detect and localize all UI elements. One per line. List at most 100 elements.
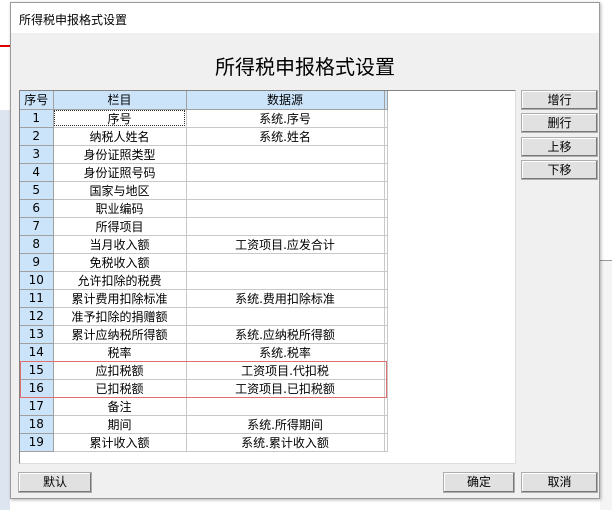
table-row[interactable]: 18 期间 系统.所得期间 — [20, 415, 388, 434]
row-source[interactable] — [186, 307, 385, 326]
row-extra[interactable] — [384, 199, 388, 218]
row-seq[interactable]: 4 — [20, 163, 54, 182]
row-seq[interactable]: 17 — [20, 397, 54, 416]
row-source[interactable] — [186, 253, 385, 272]
row-item[interactable]: 序号 — [53, 109, 187, 128]
row-seq[interactable]: 19 — [20, 433, 54, 452]
row-source[interactable] — [186, 145, 385, 164]
table-row[interactable]: 19 累计收入额 系统.累计收入额 — [20, 433, 388, 452]
row-item[interactable]: 累计费用扣除标准 — [53, 289, 187, 308]
row-extra[interactable] — [384, 127, 388, 146]
row-seq[interactable]: 3 — [20, 145, 54, 164]
table-row[interactable]: 7 所得项目 — [20, 217, 388, 236]
table-row[interactable]: 6 职业编码 — [20, 199, 388, 218]
row-source[interactable] — [186, 271, 385, 290]
column-header-extra[interactable] — [384, 91, 388, 110]
row-source[interactable]: 工资项目.代扣税 — [186, 361, 385, 380]
row-seq[interactable]: 11 — [20, 289, 54, 308]
row-extra[interactable] — [384, 379, 388, 398]
row-seq[interactable]: 10 — [20, 271, 54, 290]
column-header-source[interactable]: 数据源 — [186, 91, 385, 110]
row-item[interactable]: 职业编码 — [53, 199, 187, 218]
row-source[interactable]: 系统.应纳税所得额 — [186, 325, 385, 344]
row-item[interactable]: 期间 — [53, 415, 187, 434]
table-row[interactable]: 17 备注 — [20, 397, 388, 416]
row-extra[interactable] — [384, 325, 388, 344]
row-seq[interactable]: 7 — [20, 217, 54, 236]
table-row[interactable]: 9 免税收入额 — [20, 253, 388, 272]
row-seq[interactable]: 14 — [20, 343, 54, 362]
row-item[interactable]: 所得项目 — [53, 217, 187, 236]
row-source[interactable]: 工资项目.应发合计 — [186, 235, 385, 254]
table-row[interactable]: 10 允许扣除的税费 — [20, 271, 388, 290]
row-source[interactable] — [186, 181, 385, 200]
row-item[interactable]: 免税收入额 — [53, 253, 187, 272]
row-extra[interactable] — [384, 109, 388, 128]
row-seq[interactable]: 13 — [20, 325, 54, 344]
row-item[interactable]: 税率 — [53, 343, 187, 362]
row-item[interactable]: 累计应纳税所得额 — [53, 325, 187, 344]
row-item[interactable]: 纳税人姓名 — [53, 127, 187, 146]
row-seq[interactable]: 1 — [20, 109, 54, 128]
row-item[interactable]: 准予扣除的捐赠额 — [53, 307, 187, 326]
table-row[interactable]: 3 身份证照类型 — [20, 145, 388, 164]
row-item[interactable]: 当月收入额 — [53, 235, 187, 254]
default-button[interactable]: 默认 — [18, 472, 92, 493]
row-seq[interactable]: 6 — [20, 199, 54, 218]
table-row[interactable]: 16 已扣税额 工资项目.已扣税额 — [20, 379, 388, 398]
row-item[interactable]: 国家与地区 — [53, 181, 187, 200]
table-row[interactable]: 8 当月收入额 工资项目.应发合计 — [20, 235, 388, 254]
row-source[interactable]: 系统.费用扣除标准 — [186, 289, 385, 308]
row-seq[interactable]: 15 — [20, 361, 54, 380]
row-seq[interactable]: 5 — [20, 181, 54, 200]
table-row[interactable]: 15 应扣税额 工资项目.代扣税 — [20, 361, 388, 380]
add-row-button[interactable]: 增行 — [521, 90, 598, 110]
row-seq[interactable]: 2 — [20, 127, 54, 146]
column-header-item[interactable]: 栏目 — [53, 91, 187, 110]
row-item[interactable]: 应扣税额 — [53, 361, 187, 380]
row-extra[interactable] — [384, 217, 388, 236]
row-source[interactable] — [186, 217, 385, 236]
table-row[interactable]: 13 累计应纳税所得额 系统.应纳税所得额 — [20, 325, 388, 344]
table-row[interactable]: 2 纳税人姓名 系统.姓名 — [20, 127, 388, 146]
row-extra[interactable] — [384, 181, 388, 200]
row-extra[interactable] — [384, 271, 388, 290]
row-extra[interactable] — [384, 145, 388, 164]
row-item[interactable]: 身份证照号码 — [53, 163, 187, 182]
row-source[interactable]: 系统.姓名 — [186, 127, 385, 146]
row-item[interactable]: 累计收入额 — [53, 433, 187, 452]
row-source[interactable]: 系统.累计收入额 — [186, 433, 385, 452]
column-header-seq[interactable]: 序号 — [20, 91, 54, 110]
format-grid[interactable]: 序号 栏目 数据源 1 序号 系统.序号 2 纳税人姓名 系统.姓名 3 身份证照类型 4 身份证… — [19, 90, 516, 464]
row-source[interactable]: 系统.税率 — [186, 343, 385, 362]
delete-row-button[interactable]: 删行 — [521, 113, 598, 133]
row-item[interactable]: 允许扣除的税费 — [53, 271, 187, 290]
row-item[interactable]: 身份证照类型 — [53, 145, 187, 164]
cancel-button[interactable]: 取消 — [521, 472, 598, 493]
table-row[interactable]: 1 序号 系统.序号 — [20, 109, 388, 128]
row-source[interactable]: 系统.序号 — [186, 109, 385, 128]
row-source[interactable] — [186, 163, 385, 182]
row-extra[interactable] — [384, 397, 388, 416]
row-extra[interactable] — [384, 343, 388, 362]
row-source[interactable]: 工资项目.已扣税额 — [186, 379, 385, 398]
table-row[interactable]: 14 税率 系统.税率 — [20, 343, 388, 362]
row-source[interactable] — [186, 397, 385, 416]
row-seq[interactable]: 16 — [20, 379, 54, 398]
row-extra[interactable] — [384, 235, 388, 254]
row-source[interactable] — [186, 199, 385, 218]
table-row[interactable]: 11 累计费用扣除标准 系统.费用扣除标准 — [20, 289, 388, 308]
row-item[interactable]: 已扣税额 — [53, 379, 187, 398]
row-seq[interactable]: 9 — [20, 253, 54, 272]
move-up-button[interactable]: 上移 — [521, 137, 598, 157]
row-seq[interactable]: 18 — [20, 415, 54, 434]
row-item[interactable]: 备注 — [53, 397, 187, 416]
move-down-button[interactable]: 下移 — [521, 160, 598, 180]
row-extra[interactable] — [384, 433, 388, 452]
row-extra[interactable] — [384, 289, 388, 308]
row-source[interactable]: 系统.所得期间 — [186, 415, 385, 434]
ok-button[interactable]: 确定 — [443, 472, 515, 493]
row-extra[interactable] — [384, 253, 388, 272]
row-extra[interactable] — [384, 307, 388, 326]
row-seq[interactable]: 12 — [20, 307, 54, 326]
